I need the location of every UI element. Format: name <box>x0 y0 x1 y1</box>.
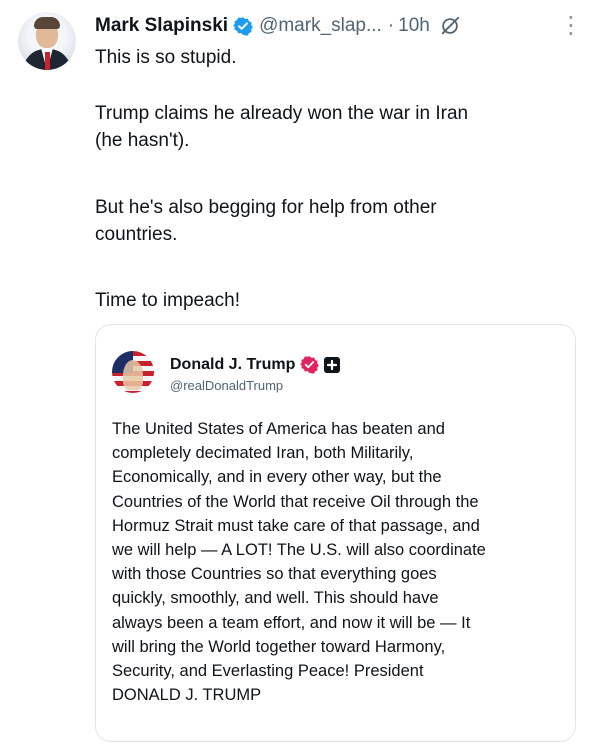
verified-badge-icon <box>300 355 320 374</box>
more-options-icon[interactable]: ⋮ <box>559 14 583 38</box>
author-avatar[interactable] <box>18 12 76 70</box>
post-paragraph: Trump claims he already won the war in I… <box>95 103 469 151</box>
post-header: Mark Slapinski @mark_slap... · 10h <box>95 12 461 40</box>
quoted-author-handle[interactable]: @realDonaldTrump <box>170 378 283 393</box>
post-paragraph: This is so stupid. <box>95 47 237 68</box>
post-paragraph: Time to impeach! <box>95 290 241 311</box>
author-name[interactable]: Mark Slapinski <box>95 15 228 37</box>
author-handle[interactable]: @mark_slap... <box>259 15 382 37</box>
separator-dot: · <box>387 15 395 36</box>
quoted-post-text: The United States of America has beaten … <box>112 420 486 705</box>
quoted-author-name[interactable]: Donald J. Trump <box>170 356 295 374</box>
post-time[interactable]: 10h <box>398 15 430 37</box>
post-paragraph: But he's also begging for help from othe… <box>95 197 437 245</box>
grok-icon[interactable] <box>439 15 461 37</box>
quoted-author-row: Donald J. Trump <box>170 355 341 374</box>
quoted-author-avatar[interactable] <box>112 351 154 393</box>
quoted-post-card[interactable]: Donald J. Trump @realDonaldTrump The Uni… <box>95 324 576 742</box>
verified-badge-icon <box>233 16 253 36</box>
plus-badge-icon <box>323 356 341 374</box>
